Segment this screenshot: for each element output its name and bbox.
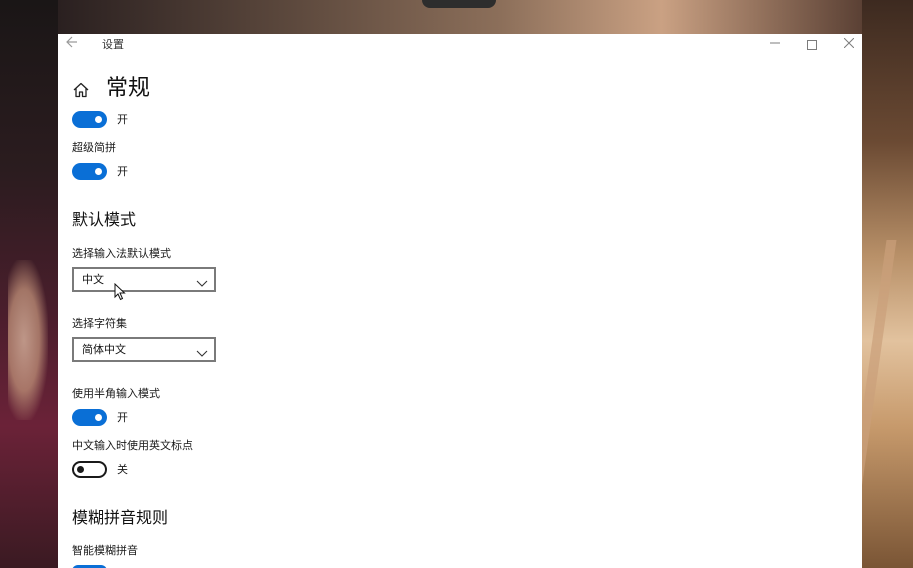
chevron-down-icon — [196, 344, 208, 357]
input-default-mode-label: 选择输入法默认模式 — [72, 247, 171, 260]
default-mode-heading: 默认模式 — [72, 210, 137, 229]
charset-dropdown[interactable]: 简体中文 — [72, 337, 216, 362]
toggle-knob — [95, 414, 102, 421]
title-bar: 设置 — [58, 34, 862, 56]
chevron-down-icon — [196, 274, 208, 287]
input-default-mode-dropdown[interactable]: 中文 — [72, 267, 216, 292]
super-jianpin-toggle[interactable] — [72, 163, 107, 180]
half-width-toggle[interactable] — [72, 409, 107, 426]
page-title: 常规 — [106, 76, 151, 101]
top-toggle-state: 开 — [117, 113, 128, 126]
charset-label: 选择字符集 — [72, 317, 127, 330]
english-punct-state: 关 — [117, 463, 128, 476]
smart-fuzzy-label: 智能模糊拼音 — [72, 544, 138, 557]
english-punct-label: 中文输入时使用英文标点 — [72, 439, 193, 452]
wallpaper-left-art — [0, 0, 58, 568]
fuzzy-pinyin-heading: 模糊拼音规则 — [72, 508, 169, 527]
maximize-button[interactable] — [793, 34, 831, 56]
close-button[interactable] — [830, 34, 862, 56]
wallpaper-right-art — [862, 0, 913, 568]
screen-recorder-pill — [422, 0, 496, 8]
home-icon[interactable] — [72, 81, 90, 99]
half-width-label: 使用半角输入模式 — [72, 387, 160, 400]
app-title: 设置 — [102, 38, 124, 51]
top-toggle[interactable] — [72, 111, 107, 128]
toggle-knob — [95, 116, 102, 123]
mouse-cursor-icon — [114, 282, 126, 301]
dropdown-value: 简体中文 — [82, 343, 126, 356]
toggle-knob — [95, 168, 102, 175]
toggle-knob — [77, 466, 84, 473]
dropdown-value: 中文 — [82, 273, 104, 286]
settings-window: 设置 常规 开 超级简拼 开 默认模式 选择输入法默认模式 中文 选择字符集 简… — [58, 34, 862, 568]
super-jianpin-label: 超级简拼 — [72, 141, 116, 154]
maximize-icon — [807, 39, 817, 50]
minimize-button[interactable] — [756, 34, 794, 56]
english-punct-toggle[interactable] — [72, 461, 107, 478]
half-width-state: 开 — [117, 411, 128, 424]
super-jianpin-state: 开 — [117, 165, 128, 178]
back-arrow-icon[interactable] — [64, 36, 80, 52]
